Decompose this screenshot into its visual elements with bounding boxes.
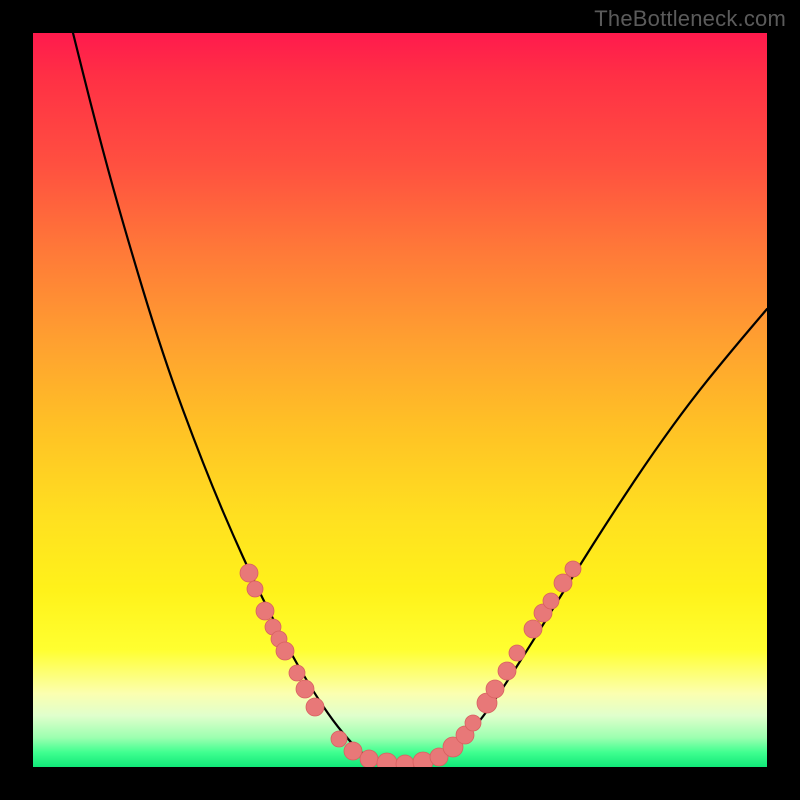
scatter-dot <box>296 680 314 698</box>
scatter-dot <box>306 698 324 716</box>
scatter-dot <box>256 602 274 620</box>
watermark-text: TheBottleneck.com <box>594 6 786 32</box>
scatter-dot <box>247 581 263 597</box>
scatter-dot <box>565 561 581 577</box>
scatter-dot <box>377 753 397 767</box>
scatter-dot <box>240 564 258 582</box>
scatter-dot <box>465 715 481 731</box>
chart-frame: TheBottleneck.com <box>0 0 800 800</box>
scatter-dot <box>344 742 362 760</box>
scatter-dot <box>554 574 572 592</box>
scatter-dot <box>498 662 516 680</box>
curve-layer <box>33 33 767 767</box>
scatter-dot <box>509 645 525 661</box>
scatter-dots <box>240 561 581 767</box>
scatter-dot <box>486 680 504 698</box>
scatter-dot <box>276 642 294 660</box>
scatter-dot <box>331 731 347 747</box>
scatter-dot <box>396 755 414 767</box>
bottleneck-curve <box>73 33 767 765</box>
scatter-dot <box>360 750 378 767</box>
plot-area <box>33 33 767 767</box>
scatter-dot <box>524 620 542 638</box>
scatter-dot <box>289 665 305 681</box>
scatter-dot <box>543 593 559 609</box>
